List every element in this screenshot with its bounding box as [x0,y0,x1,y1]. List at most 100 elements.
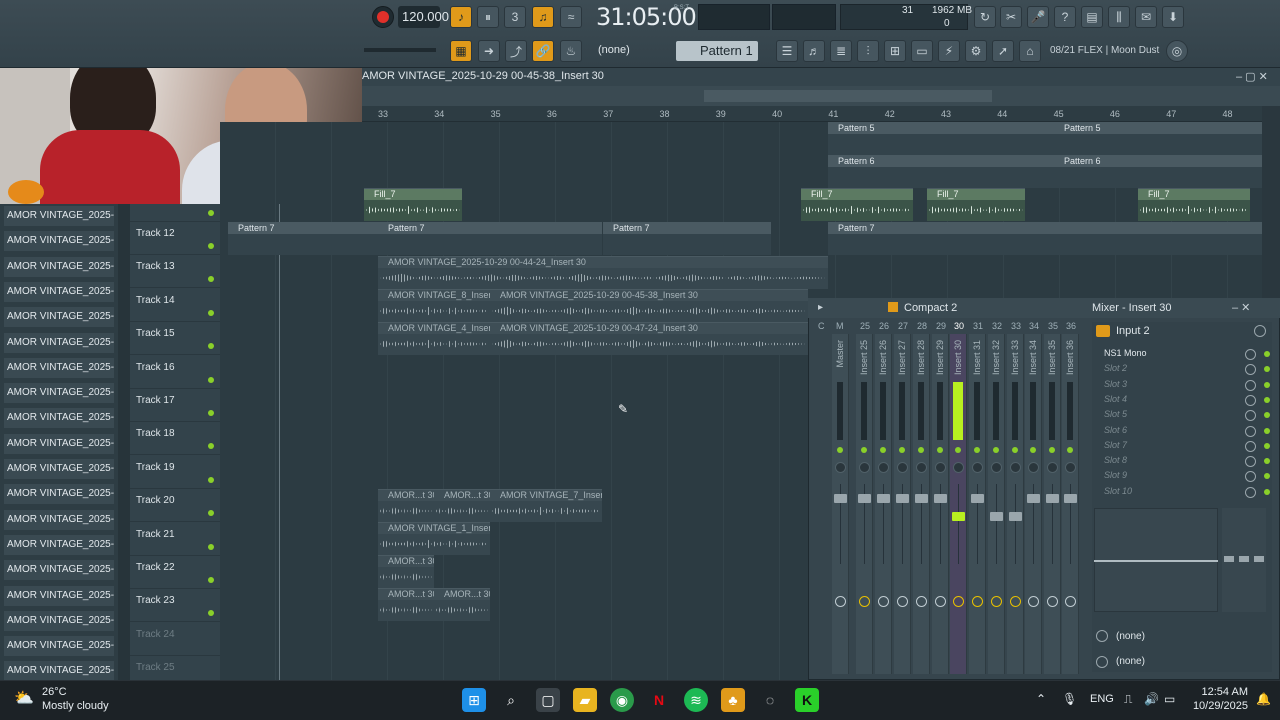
master-volume-slider[interactable] [364,48,436,52]
eq-fader-mid[interactable] [1239,556,1249,562]
fx-enable-led[interactable] [1264,427,1270,434]
strip-enable-led[interactable] [899,447,905,453]
pan-knob[interactable] [878,462,889,473]
clip-pattern-6[interactable]: Pattern 6 [828,155,1054,188]
countdown-icon[interactable]: 3 [504,6,526,28]
clip-source-item[interactable]: AMOR VINTAGE_2025-10-... [4,307,114,328]
route-button[interactable] [897,596,908,607]
track-header[interactable]: Track 21 [130,523,220,556]
mixer-column-number[interactable]: 32 [988,321,1006,331]
pan-knob[interactable] [859,462,870,473]
fx-slot[interactable]: Slot 5 [1104,409,1244,423]
clip-source-item[interactable]: AMOR VINTAGE_2025-10-... [4,408,114,429]
eq-faders[interactable] [1222,508,1266,612]
volume-fader[interactable] [1009,512,1022,521]
window-controls[interactable]: – ▢ ✕ [1236,70,1276,84]
route-button[interactable] [835,596,846,607]
weather-desc[interactable]: Mostly cloudy [42,700,109,712]
mixer-strip[interactable]: Master [832,334,849,674]
mixer-strip[interactable]: Insert 28 [913,334,930,674]
volume-fader[interactable] [1064,494,1077,503]
strip-enable-led[interactable] [837,447,843,453]
strip-enable-led[interactable] [861,447,867,453]
clip-source-item[interactable]: AMOR VINTAGE_2025-10-... [4,281,114,302]
fx-slot[interactable]: Slot 9 [1104,470,1244,484]
clip-fill-7[interactable]: Fill_7 [927,188,1025,221]
clip-audio[interactable]: AMOR VINTAGE_2025-10-29 00-44-24_Insert … [378,256,828,289]
mixer-column-number[interactable]: 36 [1062,321,1080,331]
volume-fader[interactable] [1027,494,1040,503]
fl-studio-icon[interactable]: ♣ [721,688,745,712]
file-icon[interactable]: ▭ [911,40,933,62]
fx-mix-knob[interactable] [1245,349,1256,360]
output-select-1[interactable]: (none) [1116,631,1145,642]
clip-source-item[interactable]: AMOR VINTAGE_2025-10-... [4,484,114,505]
spotify-icon[interactable]: ≋ [684,688,708,712]
mixer-column-number[interactable]: 30 [950,321,968,331]
chrome-icon[interactable]: ◉ [610,688,634,712]
clip-source-item[interactable]: AMOR VINTAGE_2025-10-... [4,383,114,404]
cart-icon[interactable]: ⌂ [1019,40,1041,62]
strip-enable-led[interactable] [918,447,924,453]
export-icon[interactable]: ➚ [992,40,1014,62]
clip-source-item[interactable]: AMOR VINTAGE_2025-10-... [4,332,114,353]
route-button[interactable] [1028,596,1039,607]
fx-mix-knob[interactable] [1245,440,1256,452]
pan-knob[interactable] [935,462,946,473]
clip-pattern-5[interactable]: Pattern 5 [1054,122,1262,155]
eq-fader-high[interactable] [1254,556,1264,562]
clip-source-item[interactable]: AMOR VINTAGE_2025-10-... [4,610,114,631]
snap-select[interactable]: (none) [598,42,656,60]
network-icon[interactable]: ⎍ [1124,692,1132,707]
input-select[interactable]: Input 2 [1116,325,1150,337]
route-button[interactable] [916,596,927,607]
mixer-column-number[interactable]: 28 [913,321,931,331]
pan-knob[interactable] [1028,462,1039,473]
mixer-strip[interactable]: Insert 33 [1007,334,1024,674]
windows-start-icon[interactable]: ⊞ [462,688,486,712]
route-button[interactable] [935,596,946,607]
task-view-icon[interactable]: ▢ [536,688,560,712]
strip-enable-led[interactable] [1012,447,1018,453]
route-button[interactable] [1047,596,1058,607]
playhead[interactable] [279,204,280,680]
clip-pattern-6[interactable]: Pattern 6 [1054,155,1262,188]
clip-audio[interactable]: AMOR VINTAGE_8_Insert 30 [378,289,490,322]
route-button[interactable] [1010,596,1021,607]
volume-fader[interactable] [877,494,890,503]
route-button[interactable] [953,596,964,607]
channel-rack-icon[interactable]: ≣ [830,40,852,62]
strip-enable-led[interactable] [1049,447,1055,453]
clip-source-item[interactable]: AMOR VINTAGE_2025-10-... [4,534,114,555]
strip-enable-led[interactable] [1067,447,1073,453]
mixer-column-number[interactable]: 26 [875,321,893,331]
mixer-column-number[interactable]: 35 [1044,321,1062,331]
file-explorer-icon[interactable]: ▰ [573,688,597,712]
mixer-strip[interactable]: Insert 29 [932,334,949,674]
strip-enable-led[interactable] [880,447,886,453]
clip-source-item[interactable]: AMOR VINTAGE_2025-10-... [4,509,114,530]
strip-enable-led[interactable] [974,447,980,453]
mixer-strip[interactable]: Insert 27 [894,334,911,674]
pan-knob[interactable] [835,462,846,473]
mixer-view-icon[interactable] [888,302,898,312]
track-header[interactable]: Track 20 [130,489,220,523]
mixer-column-number[interactable]: 33 [1007,321,1025,331]
eq-fader-low[interactable] [1224,556,1234,562]
download-icon[interactable]: ⬇ [1162,6,1184,28]
mixer-column-number[interactable]: 31 [969,321,987,331]
slide-icon[interactable]: ⤴ [505,40,527,62]
input-settings-icon[interactable] [1254,325,1266,337]
browser-icon[interactable]: ⊞ [884,40,906,62]
track-header[interactable]: Track 19 [130,456,220,489]
mixer-title-bar[interactable] [808,298,1280,318]
microphone-icon[interactable]: 🎤 [1027,6,1049,28]
clip-source-item[interactable]: AMOR VINTAGE_2025-10-... [4,459,114,479]
bell-icon[interactable]: ♨ [560,40,582,62]
track-header[interactable]: Track 13 [130,255,220,289]
language-indicator[interactable]: ENG [1090,693,1114,705]
route-button[interactable] [859,596,870,607]
track-header[interactable]: Track 16 [130,356,220,389]
clip-fill-7[interactable]: Fill_7 [1138,188,1250,221]
strip-enable-led[interactable] [955,447,961,453]
